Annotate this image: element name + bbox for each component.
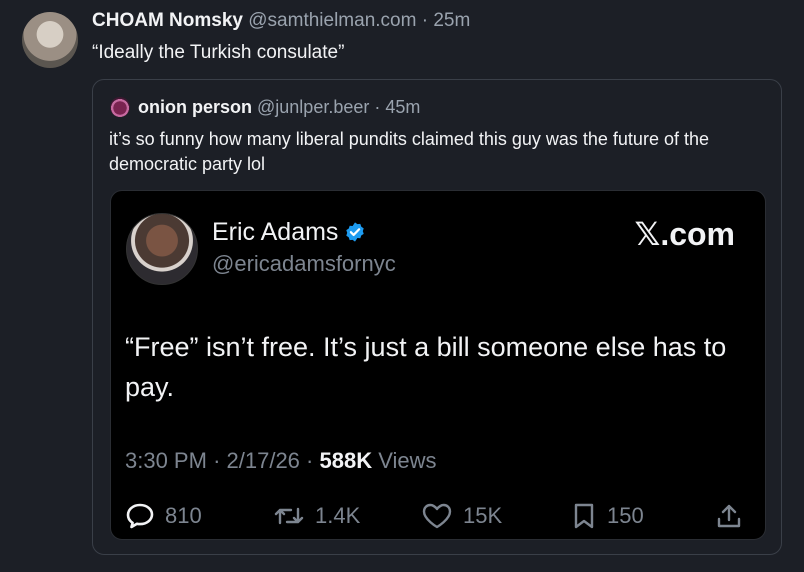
- tweet-time: 3:30 PM: [125, 448, 207, 473]
- share-action: [715, 501, 743, 531]
- separator-dot: ·: [421, 10, 429, 31]
- verified-badge-icon: [346, 222, 365, 242]
- quoted-post[interactable]: onion person @junlper.beer · 45m it’s so…: [92, 79, 782, 555]
- views-count: 588K: [319, 448, 373, 473]
- tweet-author-name-row: Eric Adams: [212, 217, 366, 247]
- like-count: 15K: [463, 503, 503, 528]
- author-name[interactable]: CHOAM Nomsky: [92, 10, 243, 31]
- tweet-text: “Free” isn’t free. It’s just a bill some…: [125, 332, 727, 402]
- tweet-date: 2/17/26: [226, 448, 300, 473]
- quote-time[interactable]: 45m: [385, 97, 420, 117]
- author-handle[interactable]: @samthielman.com: [248, 10, 416, 31]
- views-label: Views: [378, 448, 437, 473]
- quote-author-handle[interactable]: @junlper.beer: [257, 97, 369, 117]
- like-action: 15K: [421, 501, 502, 531]
- quote-header: onion person @junlper.beer · 45m: [138, 95, 420, 119]
- post-header: CHOAM Nomsky @samthielman.com · 25m: [92, 9, 470, 33]
- repost-count: 1.4K: [315, 503, 361, 528]
- separator-dot: ·: [306, 448, 314, 473]
- post: CHOAM Nomsky @samthielman.com · 25m “Ide…: [0, 0, 804, 572]
- tweet-actions: 810 1.4K 15K 150: [111, 501, 765, 531]
- repost-icon: [274, 507, 304, 525]
- like-icon: [422, 503, 452, 529]
- embedded-tweet-image[interactable]: Eric Adams @ericadamsfornyc 𝕏.com “Free”…: [110, 190, 766, 540]
- repost-action: 1.4K: [273, 501, 360, 531]
- separator-dot: ·: [374, 97, 381, 117]
- separator-dot: ·: [213, 448, 221, 473]
- bookmark-icon: [574, 503, 594, 529]
- quote-text: it’s so funny how many liberal pundits c…: [109, 129, 709, 174]
- x-logo: 𝕏.com: [634, 216, 735, 252]
- bookmark-action: 150: [571, 501, 644, 531]
- tweet-meta: 3:30 PM · 2/17/26 · 588K Views: [125, 447, 437, 475]
- tweet-author-name: Eric Adams: [212, 218, 339, 246]
- quote-author-name[interactable]: onion person: [138, 97, 252, 117]
- reply-action: 810: [125, 501, 202, 531]
- tweet-author-handle: @ericadamsfornyc: [212, 251, 396, 276]
- author-avatar[interactable]: [22, 12, 78, 68]
- bookmark-count: 150: [607, 503, 644, 528]
- quote-author-avatar[interactable]: [110, 97, 130, 117]
- post-time[interactable]: 25m: [433, 10, 470, 31]
- tweet-author-avatar: [126, 213, 198, 285]
- reply-icon: [126, 503, 154, 529]
- reply-count: 810: [165, 503, 202, 528]
- share-icon: [717, 504, 741, 528]
- post-text: “Ideally the Turkish consulate”: [92, 42, 345, 63]
